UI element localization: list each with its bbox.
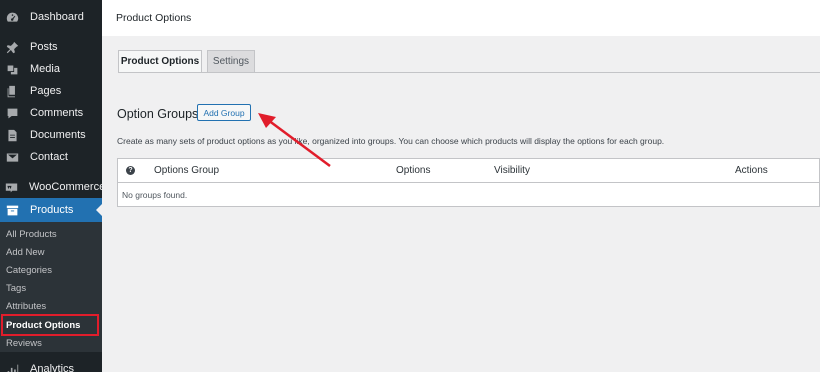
table-header: ? Options Group Options Visibility Actio… <box>118 159 820 183</box>
sidebar-item-label: Posts <box>30 41 58 53</box>
comment-icon <box>5 106 19 120</box>
document-icon <box>5 128 19 142</box>
woo-icon <box>5 180 18 194</box>
sidebar-item-label: Dashboard <box>30 11 84 23</box>
sidebar-item-media[interactable]: Media <box>0 58 102 80</box>
column-header-options-group: Options Group <box>154 165 220 176</box>
mail-icon <box>5 150 19 164</box>
admin-sidebar: Dashboard Posts Media Pages Comments Doc… <box>0 0 106 372</box>
column-header-actions: Actions <box>735 165 768 176</box>
submenu-item-all-products[interactable]: All Products <box>6 229 57 240</box>
sidebar-item-label: WooCommerce <box>29 181 106 193</box>
tab-divider <box>118 72 820 73</box>
page-header-bar: Product Options <box>102 0 820 36</box>
sidebar-item-dashboard[interactable]: Dashboard <box>0 6 102 28</box>
annotation-highlight-box <box>1 314 99 336</box>
pin-icon <box>5 40 19 54</box>
help-icon[interactable]: ? <box>126 166 135 175</box>
sidebar-item-label: Products <box>30 204 74 216</box>
add-group-button[interactable]: Add Group <box>197 104 251 121</box>
tab-product-options[interactable]: Product Options <box>118 50 202 73</box>
active-indicator <box>96 204 102 216</box>
sidebar-item-pages[interactable]: Pages <box>0 80 102 102</box>
column-header-options: Options <box>396 165 431 176</box>
sidebar-item-label: Documents <box>30 129 86 141</box>
section-title: Option Groups <box>117 107 199 121</box>
sidebar-item-documents[interactable]: Documents <box>0 124 102 146</box>
column-header-visibility: Visibility <box>494 165 530 176</box>
annotation-arrow-head <box>258 113 276 128</box>
archive-icon <box>5 203 19 217</box>
submenu-item-categories[interactable]: Categories <box>6 265 52 276</box>
sidebar-item-comments[interactable]: Comments <box>0 102 102 124</box>
sidebar-item-label: Contact <box>30 151 68 163</box>
table-empty-message: No groups found. <box>122 190 188 200</box>
submenu-item-reviews[interactable]: Reviews <box>6 338 42 349</box>
dashboard-icon <box>5 10 19 24</box>
sidebar-item-woocommerce[interactable]: WooCommerce <box>0 176 106 198</box>
sidebar-item-analytics[interactable]: Analytics <box>0 358 102 372</box>
page-title: Product Options <box>116 12 192 24</box>
bar-chart-icon <box>5 362 19 372</box>
submenu-item-tags[interactable]: Tags <box>6 283 26 294</box>
sidebar-item-contact[interactable]: Contact <box>0 146 102 168</box>
sidebar-item-label: Comments <box>30 107 84 119</box>
tab-settings[interactable]: Settings <box>207 50 255 73</box>
sidebar-item-products[interactable]: Products <box>0 198 102 222</box>
sidebar-item-label: Pages <box>30 85 62 97</box>
option-groups-table: ? Options Group Options Visibility Actio… <box>117 158 820 207</box>
sidebar-item-posts[interactable]: Posts <box>0 36 102 58</box>
media-icon <box>5 62 19 76</box>
sidebar-item-label: Analytics <box>30 363 75 372</box>
sidebar-item-label: Media <box>30 63 60 75</box>
submenu-item-attributes[interactable]: Attributes <box>6 301 46 312</box>
submenu-item-add-new[interactable]: Add New <box>6 247 45 258</box>
section-description: Create as many sets of product options a… <box>117 136 665 146</box>
pages-icon <box>5 84 19 98</box>
